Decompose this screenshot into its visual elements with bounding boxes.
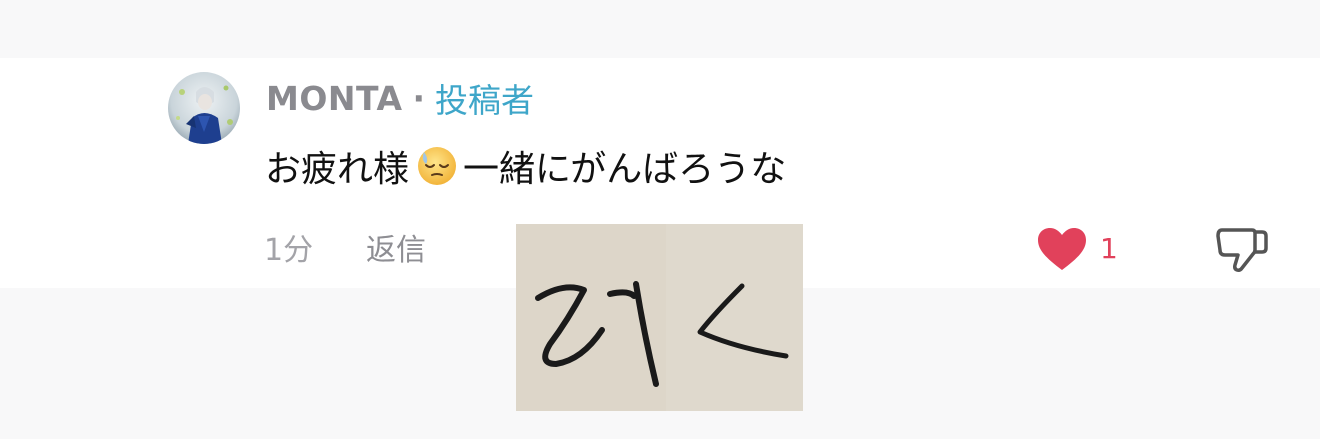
previous-content-area [0,0,1320,58]
heart-icon[interactable] [1036,226,1088,272]
handwritten-sticker [516,224,803,411]
reply-button[interactable]: 返信 [366,226,426,268]
author-name[interactable]: MONTA [266,79,403,118]
thumbs-down-icon[interactable] [1214,224,1270,274]
avatar[interactable] [168,72,240,144]
comment-timestamp: 1分 [264,233,314,268]
author-separator: · [412,78,426,118]
comment-text-part-1: お疲れ様 [265,149,410,190]
comment-author-line: MONTA · 投稿者 [266,76,535,121]
avatar-image [168,72,240,144]
sleepy-face-icon [415,144,459,188]
comment-text-part-2: 一緒にがんばろうな [463,149,787,190]
like-count: 1 [1100,231,1118,265]
comment-body: お疲れ様 一緒にがんばろうな [265,142,786,190]
author-badge: 投稿者 [435,81,535,120]
